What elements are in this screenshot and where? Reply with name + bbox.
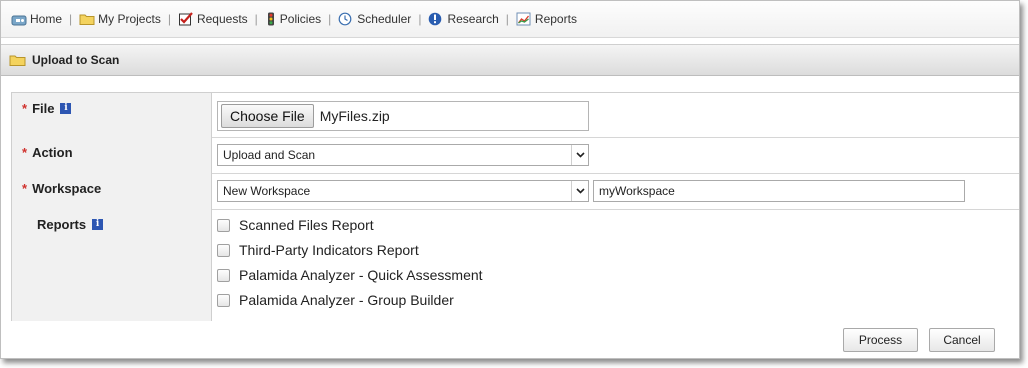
label-cell: Reports i (11, 209, 212, 321)
nav-label: Research (447, 12, 499, 26)
folder-icon (79, 14, 95, 25)
file-input[interactable]: Choose File MyFiles.zip (217, 101, 589, 131)
field-label: File (32, 101, 55, 116)
nav-label: Reports (534, 12, 577, 26)
nav-separator: | (505, 12, 509, 26)
nav-separator: | (254, 12, 258, 26)
process-button[interactable]: Process (843, 328, 918, 352)
report-option-label: Palamida Analyzer - Group Builder (239, 292, 454, 308)
workspace-name-input[interactable]: myWorkspace (593, 180, 965, 202)
nav-separator: | (418, 12, 422, 26)
file-row: * File i Choose File MyFiles.zip (11, 93, 1019, 138)
form-footer: Process Cancel (1, 320, 1019, 358)
nav-separator: | (328, 12, 332, 26)
nav-label: Policies (279, 12, 322, 26)
info-icon[interactable]: i (92, 219, 104, 230)
field-label: Action (32, 145, 73, 160)
info-circle-icon (429, 12, 442, 26)
report-option[interactable]: Scanned Files Report (217, 217, 374, 233)
report-checkbox[interactable] (217, 243, 230, 257)
workspace-row: * Workspace New Workspace myWorkspace (11, 173, 1019, 210)
top-nav: Home | My Projects | Requests | Policies… (1, 1, 1019, 38)
info-icon[interactable]: i (60, 103, 72, 114)
report-option-label: Palamida Analyzer - Quick Assessment (239, 267, 483, 283)
nav-label: Requests (196, 12, 248, 26)
choose-file-button[interactable]: Choose File (221, 104, 314, 128)
report-checkbox[interactable] (217, 218, 230, 232)
report-checkbox[interactable] (217, 268, 230, 282)
report-option-label: Scanned Files Report (239, 217, 374, 233)
required-marker: * (22, 181, 28, 196)
selected-file-name: MyFiles.zip (319, 108, 390, 124)
chart-icon (516, 12, 531, 26)
workspace-select-value: New Workspace (223, 184, 311, 198)
clock-icon (338, 12, 352, 26)
action-row: * Action Upload and Scan (11, 137, 1019, 174)
traffic-light-icon (267, 12, 274, 26)
nav-label: Scheduler (357, 12, 412, 26)
report-option[interactable]: Palamida Analyzer - Group Builder (217, 292, 454, 308)
reports-row: Reports i Scanned Files Report Third-Par… (11, 209, 1019, 321)
upload-form: * File i Choose File MyFiles.zip * Actio… (11, 92, 1019, 321)
nav-policies[interactable]: Policies (265, 12, 321, 26)
label-cell: * Action (11, 137, 212, 173)
cancel-button[interactable]: Cancel (929, 328, 995, 352)
nav-home[interactable]: Home (11, 12, 62, 26)
nav-research[interactable]: Research (428, 12, 499, 26)
reports-label: Reports i (37, 217, 104, 232)
label-cell: * Workspace (11, 173, 212, 209)
action-label: * Action (22, 145, 73, 160)
app-window: Home | My Projects | Requests | Policies… (0, 0, 1020, 359)
report-option-label: Third-Party Indicators Report (239, 242, 419, 258)
workspace-label: * Workspace (22, 181, 101, 196)
field-label: Workspace (32, 181, 102, 196)
required-marker: * (22, 145, 28, 160)
required-marker: * (22, 101, 28, 116)
chevron-down-icon[interactable] (571, 181, 588, 201)
nav-label: Home (30, 12, 63, 26)
action-select[interactable]: Upload and Scan (217, 144, 589, 166)
nav-reports[interactable]: Reports (516, 12, 577, 26)
label-cell: * File i (11, 93, 212, 137)
nav-scheduler[interactable]: Scheduler (338, 12, 411, 26)
report-option[interactable]: Palamida Analyzer - Quick Assessment (217, 267, 483, 283)
file-label: * File i (22, 101, 72, 116)
nav-my-projects[interactable]: My Projects (79, 12, 161, 26)
nav-separator: | (69, 12, 73, 26)
workspace-select[interactable]: New Workspace (217, 180, 589, 202)
field-label: Reports (37, 217, 87, 232)
panel-header: Upload to Scan (1, 44, 1019, 76)
home-icon (11, 15, 27, 26)
panel-title: Upload to Scan (32, 53, 120, 67)
nav-separator: | (167, 12, 171, 26)
action-select-value: Upload and Scan (223, 148, 316, 162)
nav-requests[interactable]: Requests (178, 12, 248, 26)
checkbox-checked-icon (178, 12, 193, 26)
report-checkbox[interactable] (217, 293, 230, 307)
folder-icon (9, 55, 26, 66)
chevron-down-icon[interactable] (571, 145, 588, 165)
report-option[interactable]: Third-Party Indicators Report (217, 242, 419, 258)
nav-label: My Projects (98, 12, 161, 26)
